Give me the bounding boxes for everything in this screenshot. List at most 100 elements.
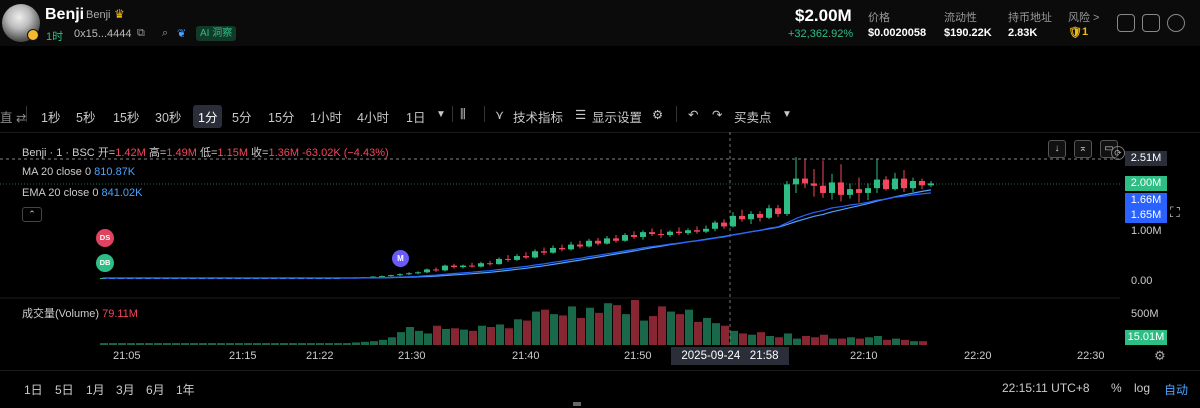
volume-legend[interactable]: 成交量(Volume) 79.11M bbox=[22, 305, 138, 321]
volume-bar bbox=[487, 327, 495, 345]
search-icon[interactable]: ⌕ bbox=[162, 27, 168, 40]
range-1d[interactable]: 1日 bbox=[24, 381, 43, 398]
volume-bar bbox=[829, 338, 837, 345]
candle-body bbox=[460, 265, 466, 268]
price-change: +32,362.92% bbox=[788, 28, 854, 40]
volume-bar bbox=[622, 314, 630, 345]
volume-bar bbox=[838, 338, 846, 345]
tf-5s[interactable]: 5秒 bbox=[76, 107, 95, 126]
buy-sell-dropdown-icon[interactable]: ▼ bbox=[782, 109, 792, 120]
volume-bar bbox=[613, 305, 621, 345]
candle-body bbox=[604, 238, 610, 244]
tf-1h[interactable]: 1小时 bbox=[310, 107, 342, 126]
time-label: 21:15 bbox=[229, 350, 257, 362]
indicators-button[interactable]: 技术指标 bbox=[513, 107, 563, 126]
tf-5m[interactable]: 5分 bbox=[232, 107, 251, 126]
candle-body bbox=[865, 188, 871, 193]
candle-body bbox=[658, 234, 664, 236]
resize-handle[interactable] bbox=[573, 402, 581, 406]
ds-marker[interactable]: DS bbox=[96, 229, 114, 247]
volume-bar bbox=[406, 327, 414, 345]
ma-line bbox=[103, 189, 932, 279]
redo-icon[interactable]: ↷ bbox=[712, 107, 722, 122]
volume-bar bbox=[262, 343, 270, 345]
volume-bar bbox=[703, 318, 711, 345]
display-settings-button[interactable]: 显示设置 bbox=[592, 107, 642, 126]
liquidity-value: $190.22K bbox=[944, 27, 992, 39]
volume-bar bbox=[802, 336, 810, 345]
volume-bar bbox=[379, 339, 387, 345]
risk-link[interactable]: 风险 > bbox=[1068, 9, 1099, 25]
volume-bar bbox=[217, 343, 225, 345]
volume-bar bbox=[748, 334, 756, 345]
time-label: 22:10 bbox=[850, 350, 878, 362]
tf-4h[interactable]: 4小时 bbox=[357, 107, 389, 126]
volume-bar bbox=[109, 343, 117, 345]
candle-body bbox=[397, 274, 403, 276]
percent-toggle[interactable]: % bbox=[1111, 381, 1122, 395]
leaf-icon[interactable]: ❦ bbox=[177, 27, 186, 40]
volume-bar bbox=[460, 329, 468, 345]
axis-settings-icon[interactable]: ⚙ bbox=[1154, 348, 1166, 364]
auto-toggle[interactable]: 自动 bbox=[1164, 381, 1188, 398]
display-settings-icon[interactable]: ☰ bbox=[575, 107, 586, 122]
tf-1d[interactable]: 1日 bbox=[406, 107, 425, 126]
clock[interactable]: 22:15:11 UTC+8 bbox=[1002, 381, 1090, 395]
settings-icon[interactable] bbox=[1167, 14, 1185, 32]
tf-1m[interactable]: 1分 bbox=[193, 105, 223, 128]
price-chart[interactable] bbox=[0, 132, 1120, 346]
range-6m[interactable]: 6月 bbox=[146, 381, 165, 398]
volume-bar bbox=[451, 328, 459, 345]
volume-bar bbox=[424, 333, 432, 345]
tf-15m[interactable]: 15分 bbox=[268, 107, 294, 126]
volume-bar bbox=[244, 343, 252, 345]
candle-body bbox=[541, 251, 547, 253]
volume-bar bbox=[694, 321, 702, 345]
token-header: Benji Benji ♛ 1时 0x15...4444 ⧉ ⌕ ❦ AI 洞察… bbox=[0, 0, 1200, 46]
volume-bar bbox=[253, 343, 261, 345]
reset-axis-icon[interactable]: ⟳ bbox=[1111, 146, 1125, 160]
alert-add-icon[interactable] bbox=[1117, 14, 1135, 32]
candle-body bbox=[928, 183, 934, 186]
candle-body bbox=[586, 240, 592, 247]
ai-insight-button[interactable]: AI 洞察 bbox=[196, 26, 237, 41]
volume-bar bbox=[136, 343, 144, 345]
candle-body bbox=[703, 228, 709, 232]
candle-body bbox=[649, 232, 655, 235]
range-5d[interactable]: 5日 bbox=[55, 381, 74, 398]
copy-icon[interactable]: ⧉ bbox=[137, 27, 145, 40]
candle-body bbox=[838, 182, 844, 195]
volume-bar bbox=[856, 338, 864, 345]
candle-type-icon[interactable]: ⫼ bbox=[460, 107, 466, 122]
indicators-icon[interactable]: ⋎ bbox=[495, 107, 504, 122]
buy-sell-points-button[interactable]: 买卖点 bbox=[734, 107, 772, 126]
toolbar-left-cut[interactable]: 直 ⇄ bbox=[0, 107, 26, 126]
candle-body bbox=[730, 215, 736, 227]
volume-bar bbox=[505, 328, 513, 345]
volume-bar bbox=[739, 333, 747, 345]
fullscreen-icon[interactable]: ⛶ bbox=[1170, 204, 1180, 221]
range-1y[interactable]: 1年 bbox=[176, 381, 195, 398]
volume-bar bbox=[586, 307, 594, 345]
gear-icon[interactable]: ⚙ bbox=[652, 107, 663, 122]
volume-bar bbox=[118, 343, 126, 345]
db-marker[interactable]: DB bbox=[96, 254, 114, 272]
timeframe-dropdown-icon[interactable]: ▼ bbox=[436, 109, 446, 120]
undo-icon[interactable]: ↶ bbox=[688, 107, 698, 122]
contract-address[interactable]: 0x15...4444 bbox=[74, 28, 132, 40]
candle-body bbox=[775, 208, 781, 214]
m-marker[interactable]: M bbox=[392, 250, 409, 267]
share-icon[interactable] bbox=[1142, 14, 1160, 32]
volume-bar bbox=[595, 312, 603, 345]
range-1m[interactable]: 1月 bbox=[86, 381, 105, 398]
volume-bar bbox=[271, 343, 279, 345]
tf-1s[interactable]: 1秒 bbox=[41, 107, 60, 126]
candle-body bbox=[757, 213, 763, 218]
tf-15s[interactable]: 15秒 bbox=[113, 107, 139, 126]
log-toggle[interactable]: log bbox=[1134, 381, 1150, 395]
tf-30s[interactable]: 30秒 bbox=[155, 107, 181, 126]
candle-body bbox=[496, 258, 502, 265]
range-3m[interactable]: 3月 bbox=[116, 381, 135, 398]
volume-bar bbox=[667, 311, 675, 345]
market-cap: $2.00M bbox=[795, 6, 852, 25]
